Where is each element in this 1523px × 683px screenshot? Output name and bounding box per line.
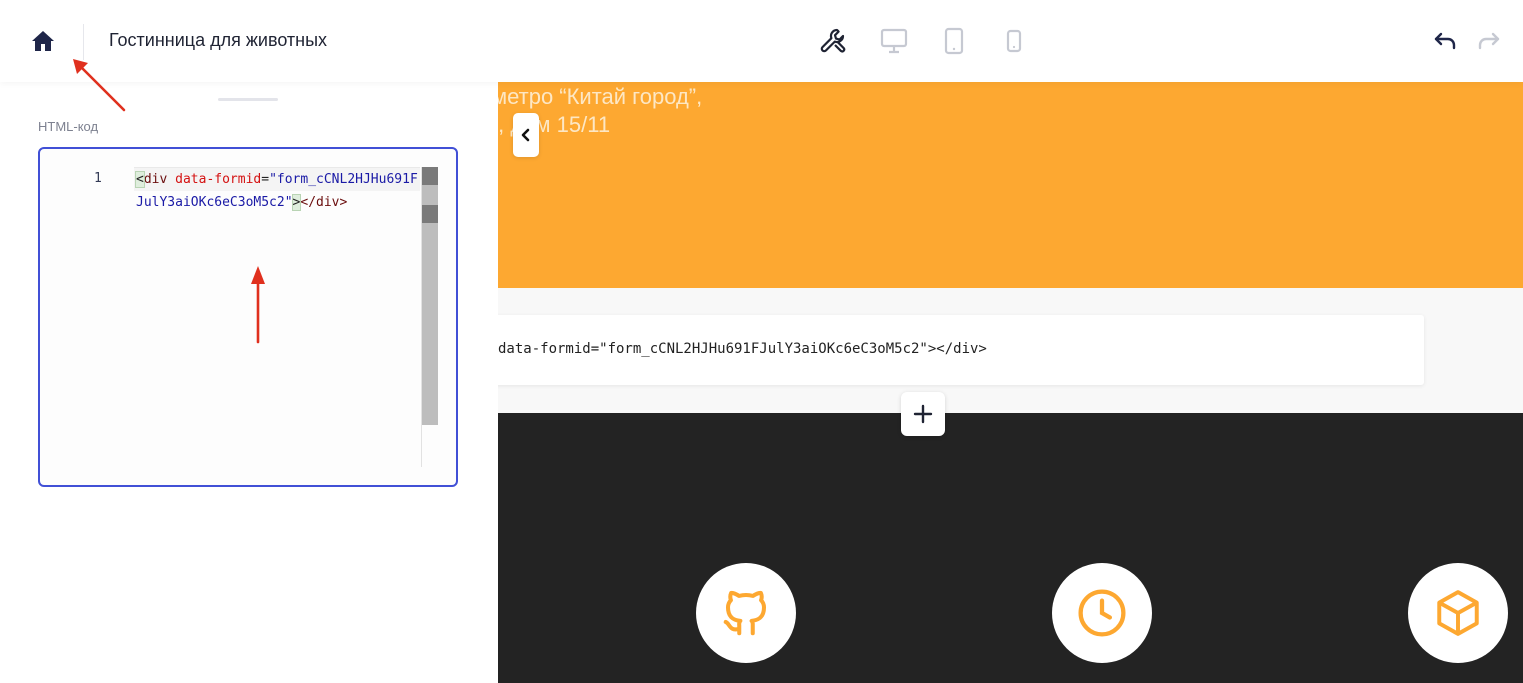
desktop-view-button[interactable] <box>879 26 909 56</box>
plus-icon <box>913 404 933 424</box>
page-preview: метро “Китай город”, ., дом 15/11 data-f… <box>498 82 1523 683</box>
scrollbar-marker <box>422 205 438 223</box>
editor-scrollbar[interactable] <box>422 167 438 425</box>
site-title: Гостинница для животных <box>109 30 328 50</box>
desktop-icon <box>880 28 908 54</box>
tools-button[interactable] <box>818 26 848 56</box>
chevron-left-icon <box>521 128 530 142</box>
code-tag-open: div <box>143 172 168 187</box>
mobile-icon <box>1006 29 1022 53</box>
scrollbar-thumb[interactable] <box>422 167 438 185</box>
html-code-preview-card[interactable]: data-formid="form_cCNL2HJHu691FJulY3aiOK… <box>498 315 1424 385</box>
home-icon <box>32 31 54 51</box>
github-icon <box>723 590 767 636</box>
html-code-editor[interactable]: 1 <div data-formid="form_cCNL2HJHu691FJu… <box>38 147 458 487</box>
panel-drag-handle[interactable] <box>218 98 278 101</box>
home-button[interactable] <box>28 26 58 56</box>
feature-clock-circle <box>1052 563 1152 663</box>
tablet-icon <box>944 27 964 55</box>
address-line-1: метро “Китай город”, <box>498 84 703 109</box>
address-section: метро “Китай город”, ., дом 15/11 <box>498 82 1523 288</box>
top-toolbar: Гостинница для животных <box>0 0 1523 82</box>
redo-button[interactable] <box>1476 28 1502 54</box>
html-code-label: HTML-код <box>38 119 99 134</box>
undo-button[interactable] <box>1432 28 1458 54</box>
settings-panel: HTML-код 1 <div data-formid="form_cCNL2H… <box>0 82 498 683</box>
code-tag-close: </div> <box>300 194 348 210</box>
feature-github-circle <box>696 563 796 663</box>
line-number: 1 <box>94 171 102 186</box>
tablet-view-button[interactable] <box>939 26 969 56</box>
html-code-preview-text: data-formid="form_cCNL2HJHu691FJulY3aiOK… <box>498 341 987 357</box>
toolbar-divider <box>83 24 84 60</box>
undo-icon <box>1434 32 1456 50</box>
add-block-button[interactable] <box>901 392 945 436</box>
features-section <box>498 413 1523 683</box>
mobile-view-button[interactable] <box>999 26 1029 56</box>
code-text[interactable]: <div data-formid="form_cCNL2HJHu691FJulY… <box>135 169 418 214</box>
clock-icon <box>1078 589 1126 637</box>
collapse-panel-button[interactable] <box>513 113 539 157</box>
wrench-icon <box>820 28 846 53</box>
redo-icon <box>1478 32 1500 50</box>
code-equals: = <box>261 172 270 187</box>
feature-box-circle <box>1408 563 1508 663</box>
box-icon <box>1437 590 1479 636</box>
code-attribute: data-formid <box>175 172 262 187</box>
code-open-angle: < <box>135 171 145 188</box>
html-block-section[interactable]: data-formid="form_cCNL2HJHu691FJulY3aiOK… <box>498 288 1523 413</box>
